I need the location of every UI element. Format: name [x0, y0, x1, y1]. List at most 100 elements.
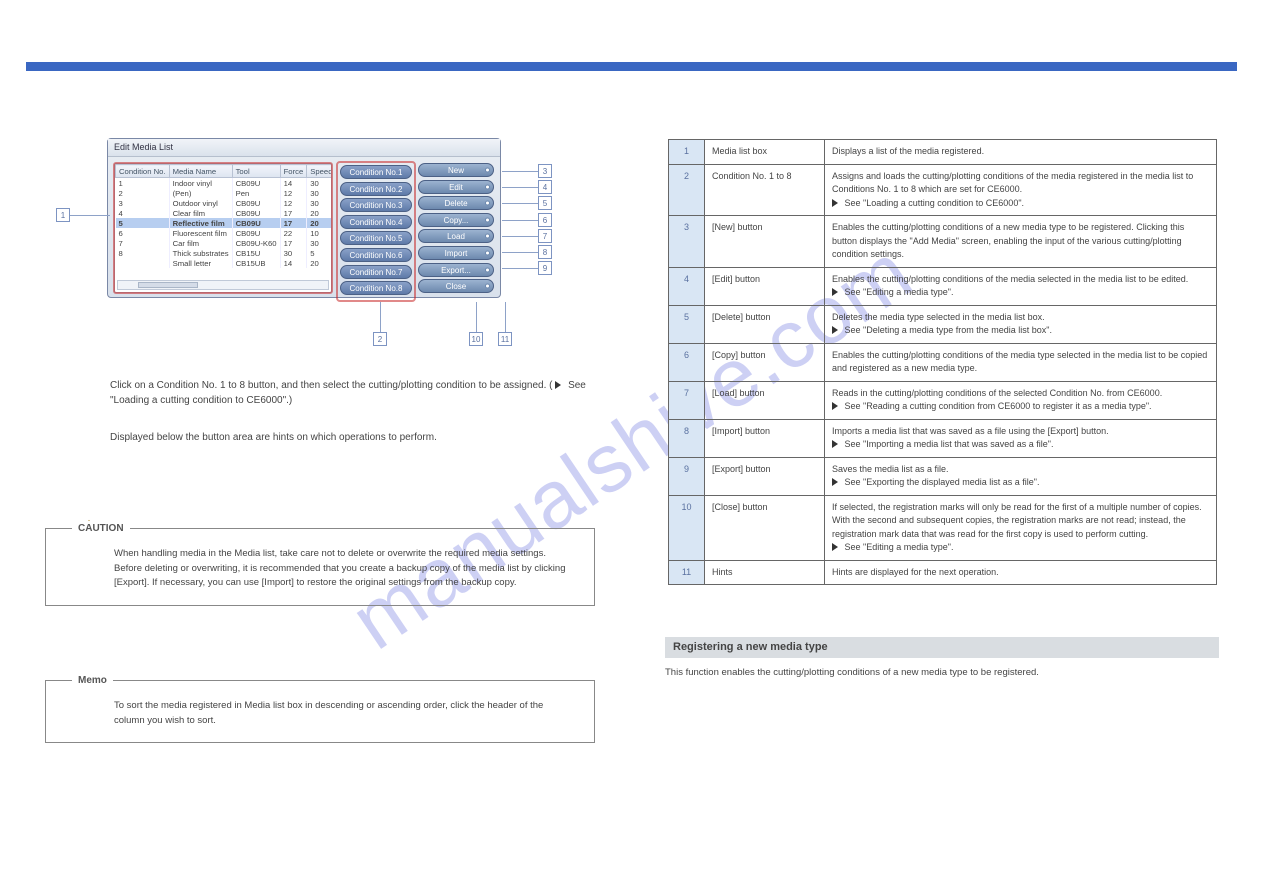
- media-list-box[interactable]: Condition No.Media NameToolForceSpeedAcc…: [114, 163, 332, 293]
- deletebutton[interactable]: Delete: [418, 196, 494, 210]
- button-indicator-icon: [485, 168, 490, 173]
- arrow-icon: [832, 478, 838, 486]
- table-row[interactable]: Small letterCB15UB14202: [116, 258, 333, 268]
- condition-button[interactable]: Condition No.6: [340, 248, 412, 262]
- table-row[interactable]: 1Indoor vinylCB09U14302: [116, 178, 333, 189]
- definition-name: [Load] button: [705, 381, 825, 419]
- column-header[interactable]: Force: [280, 165, 307, 178]
- arrow-icon: [832, 199, 838, 207]
- column-header[interactable]: Tool: [232, 165, 280, 178]
- definition-number: 5: [669, 305, 705, 343]
- condition-button[interactable]: Condition No.7: [340, 265, 412, 279]
- definition-row: 9[Export] buttonSaves the media list as …: [669, 457, 1217, 495]
- definition-row: 6[Copy] buttonEnables the cutting/plotti…: [669, 343, 1217, 381]
- definition-body: Displays a list of the media registered.: [825, 140, 1217, 165]
- definition-body: Enables the cutting/plotting conditions …: [825, 267, 1217, 305]
- memo-label: Memo: [72, 673, 113, 689]
- definition-row: 8[Import] buttonImports a media list tha…: [669, 419, 1217, 457]
- table-row[interactable]: 3Outdoor vinylCB09U12302: [116, 198, 333, 208]
- definition-name: [Copy] button: [705, 343, 825, 381]
- definition-row: 3[New] buttonEnables the cutting/plottin…: [669, 216, 1217, 268]
- definition-number: 8: [669, 419, 705, 457]
- callout-8: 8: [538, 245, 552, 259]
- arrow-icon: [832, 440, 838, 448]
- definition-body: Deletes the media type selected in the m…: [825, 305, 1217, 343]
- definition-row: 5[Delete] buttonDeletes the media type s…: [669, 305, 1217, 343]
- definitions-table: 1Media list boxDisplays a list of the me…: [668, 139, 1217, 585]
- table-row[interactable]: 5Reflective filmCB09U17202: [116, 218, 333, 228]
- button-indicator-icon: [485, 284, 490, 289]
- arrow-icon: [832, 402, 838, 410]
- loadbutton[interactable]: Load: [418, 229, 494, 243]
- definition-body: Reads in the cutting/plotting conditions…: [825, 381, 1217, 419]
- button-indicator-icon: [485, 201, 490, 206]
- button-indicator-icon: [485, 267, 490, 272]
- intro-text-2: Displayed below the button area are hint…: [110, 430, 600, 445]
- condition-button[interactable]: Condition No.8: [340, 281, 412, 295]
- callout-7: 7: [538, 229, 552, 243]
- condition-button[interactable]: Condition No.2: [340, 182, 412, 196]
- condition-button[interactable]: Condition No.5: [340, 231, 412, 245]
- definition-name: Condition No. 1 to 8: [705, 164, 825, 216]
- definition-row: 7[Load] buttonReads in the cutting/plott…: [669, 381, 1217, 419]
- page: Edit Media List Condition No.Media NameT…: [26, 0, 1237, 893]
- editbutton[interactable]: Edit: [418, 180, 494, 194]
- closebutton[interactable]: Close: [418, 279, 494, 293]
- definition-number: 2: [669, 164, 705, 216]
- horizontal-scrollbar[interactable]: [117, 280, 329, 290]
- intro-text: Click on a Condition No. 1 to 8 button, …: [110, 378, 600, 408]
- definition-name: [Export] button: [705, 457, 825, 495]
- callout-3: 3: [538, 164, 552, 178]
- definition-number: 6: [669, 343, 705, 381]
- callout-4: 4: [538, 180, 552, 194]
- definition-body: Saves the media list as a file. See "Exp…: [825, 457, 1217, 495]
- definition-row: 1Media list boxDisplays a list of the me…: [669, 140, 1217, 165]
- column-header[interactable]: Media Name: [169, 165, 232, 178]
- arrow-icon: [832, 288, 838, 296]
- definition-body: Enables the cutting/plotting conditions …: [825, 216, 1217, 268]
- definition-row: 4[Edit] buttonEnables the cutting/plotti…: [669, 267, 1217, 305]
- header-bar: [26, 62, 1237, 71]
- column-header[interactable]: Condition No.: [116, 165, 170, 178]
- table-row[interactable]: 8Thick substratesCB15U3051: [116, 248, 333, 258]
- importbutton[interactable]: Import: [418, 246, 494, 260]
- dialog-title: Edit Media List: [108, 139, 500, 157]
- dialog-edit-media-list: Edit Media List Condition No.Media NameT…: [107, 138, 501, 298]
- callout-6: 6: [538, 213, 552, 227]
- callout-5: 5: [538, 196, 552, 210]
- definition-number: 9: [669, 457, 705, 495]
- definition-name: [Delete] button: [705, 305, 825, 343]
- action-buttons-group: New Edit Delete Copy... Load Import Export... C…: [418, 163, 494, 296]
- definition-name: [Close] button: [705, 495, 825, 560]
- button-indicator-icon: [485, 184, 490, 189]
- table-row[interactable]: 2(Pen)Pen12302: [116, 188, 333, 198]
- caution-text: When handling media in the Media list, t…: [114, 548, 565, 588]
- definition-body: Imports a media list that was saved as a…: [825, 419, 1217, 457]
- table-row[interactable]: 4Clear filmCB09U17202: [116, 208, 333, 218]
- definition-name: Media list box: [705, 140, 825, 165]
- condition-button[interactable]: Condition No.1: [340, 165, 412, 179]
- section-heading: Registering a new media type: [665, 637, 1219, 658]
- memo-text: To sort the media registered in Media li…: [114, 700, 543, 726]
- definition-body: If selected, the registration marks will…: [825, 495, 1217, 560]
- copy-button[interactable]: Copy...: [418, 213, 494, 227]
- condition-buttons-group: Condition No.1 Condition No.2 Condition No…: [338, 163, 414, 300]
- definition-number: 7: [669, 381, 705, 419]
- definition-row: 2Condition No. 1 to 8Assigns and loads t…: [669, 164, 1217, 216]
- caution-box: CAUTION When handling media in the Media…: [45, 528, 595, 606]
- column-header[interactable]: Speed: [307, 165, 332, 178]
- condition-button[interactable]: Condition No.4: [340, 215, 412, 229]
- callout-2: 2: [373, 332, 387, 346]
- arrow-icon: [832, 543, 838, 551]
- button-indicator-icon: [485, 234, 490, 239]
- callout-10: 10: [469, 332, 483, 346]
- export-button[interactable]: Export...: [418, 263, 494, 277]
- newbutton[interactable]: New: [418, 163, 494, 177]
- definition-name: [Edit] button: [705, 267, 825, 305]
- definition-row: 10[Close] buttonIf selected, the registr…: [669, 495, 1217, 560]
- definition-body: Hints are displayed for the next operati…: [825, 560, 1217, 585]
- condition-button[interactable]: Condition No.3: [340, 198, 412, 212]
- table-row[interactable]: 7Car filmCB09U-K6017302: [116, 238, 333, 248]
- table-row[interactable]: 6Fluorescent filmCB09U22102: [116, 228, 333, 238]
- arrow-icon: [832, 326, 838, 334]
